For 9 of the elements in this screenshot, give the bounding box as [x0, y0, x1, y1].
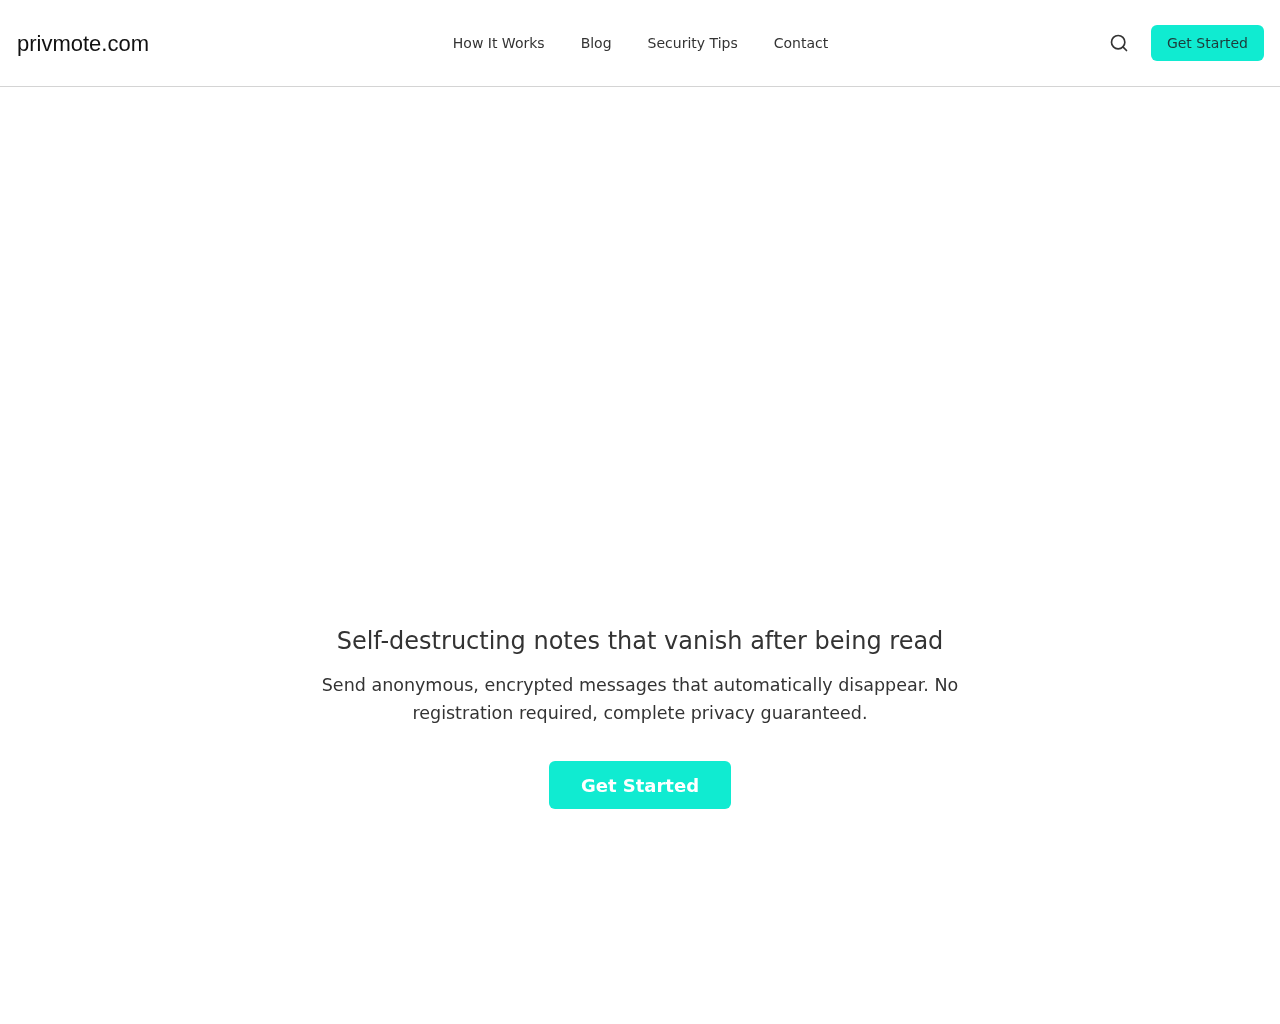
- nav-link[interactable]: Blog: [580, 35, 612, 51]
- site-logo: privmote.com: [17, 31, 150, 57]
- nav-link[interactable]: Security Tips: [647, 35, 738, 51]
- nav-link[interactable]: Contact: [773, 35, 829, 51]
- nav-link[interactable]: How It Works: [452, 35, 545, 51]
- search-icon[interactable]: [1108, 33, 1129, 53]
- hero-title: Self-destructing notes that vanish after being read: [336, 627, 944, 655]
- get-started-button[interactable]: Get Started: [1150, 24, 1264, 61]
- hero-subtitle: Send anonymous, encrypted messages that automatically disappear. No registration required, complete privacy guaranteed.: [320, 674, 960, 725]
